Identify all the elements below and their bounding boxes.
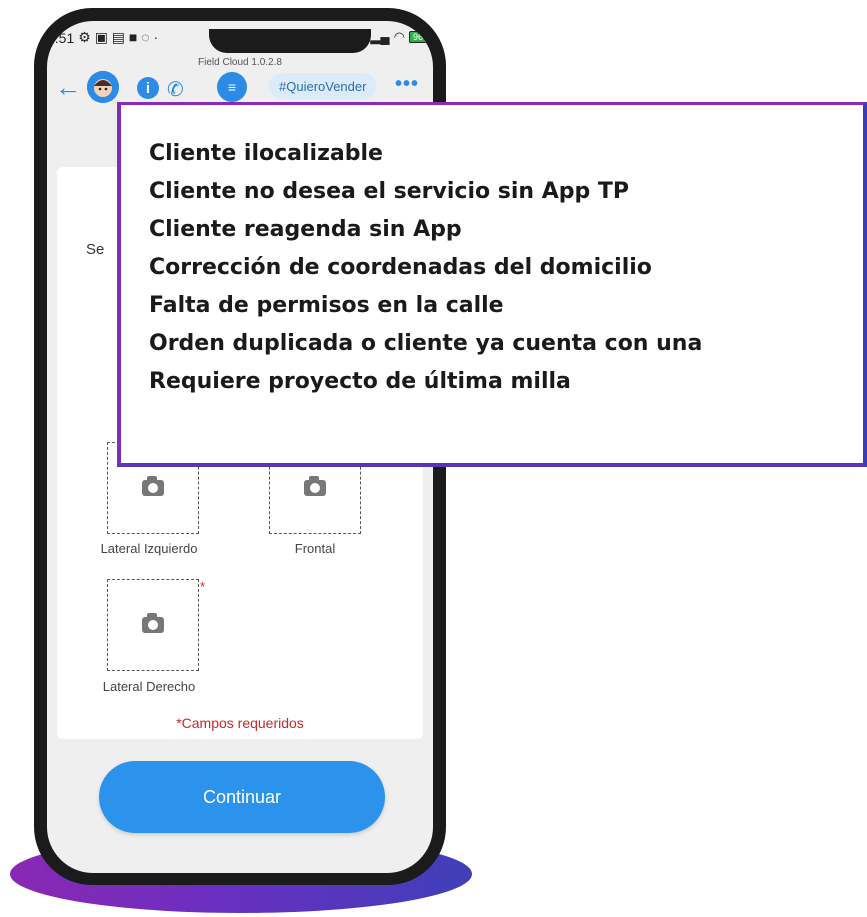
info-icon[interactable]: i	[137, 77, 159, 99]
signal-icon: ▂▄	[370, 29, 390, 44]
camera-icon	[304, 476, 326, 496]
camera-icon	[142, 613, 164, 633]
section-label: Se	[86, 241, 105, 258]
app-toolbar: ← i ✆ ≡ #QuieroVender •••	[47, 69, 433, 105]
reason-item[interactable]: Requiere proyecto de última milla	[149, 363, 863, 401]
reason-item[interactable]: Falta de permisos en la calle	[149, 287, 863, 325]
reason-item[interactable]: Cliente no desea el servicio sin App TP	[149, 173, 863, 211]
wifi-icon: ◠	[393, 29, 405, 44]
status-time: 9:51	[47, 29, 75, 46]
photo-label-right: Lateral Derecho	[102, 679, 196, 694]
hashtag-chip[interactable]: #QuieroVender	[269, 73, 377, 99]
photo-label-left: Lateral Izquierdo	[100, 541, 198, 556]
phone-icon[interactable]: ✆	[167, 77, 184, 102]
app-version: Field Cloud 1.0.2.8	[198, 57, 282, 68]
back-arrow-icon[interactable]: ←	[55, 74, 81, 100]
more-icon[interactable]: •••	[395, 73, 419, 96]
reason-item[interactable]: Cliente ilocalizable	[149, 135, 863, 173]
avatar-face-icon	[87, 71, 119, 103]
camera-icon	[142, 476, 164, 496]
photo-slot-right[interactable]	[107, 579, 199, 671]
camera-notch	[209, 29, 371, 53]
status-bar-left: 9:51 ⚙ ▣ ▤ ■ ◌ ·	[47, 29, 158, 46]
reason-item[interactable]: Orden duplicada o cliente ya cuenta con …	[149, 325, 863, 363]
avatar-icon[interactable]	[87, 71, 119, 103]
required-star: *	[200, 579, 206, 594]
reason-item[interactable]: Cliente reagenda sin App	[149, 211, 863, 249]
reason-item[interactable]: Corrección de coordenadas del domicilio	[149, 249, 863, 287]
battery-icon: 96	[408, 31, 427, 43]
continue-button[interactable]: Continuar	[99, 761, 385, 833]
reason-list-panel: Cliente ilocalizable Cliente no desea el…	[117, 102, 867, 467]
chat-icon[interactable]: ≡	[217, 72, 247, 102]
photo-label-front: Frontal	[294, 541, 336, 556]
notification-icons: ⚙ ▣ ▤ ■ ◌ ·	[78, 29, 159, 45]
required-note: *Campos requeridos	[176, 715, 304, 731]
